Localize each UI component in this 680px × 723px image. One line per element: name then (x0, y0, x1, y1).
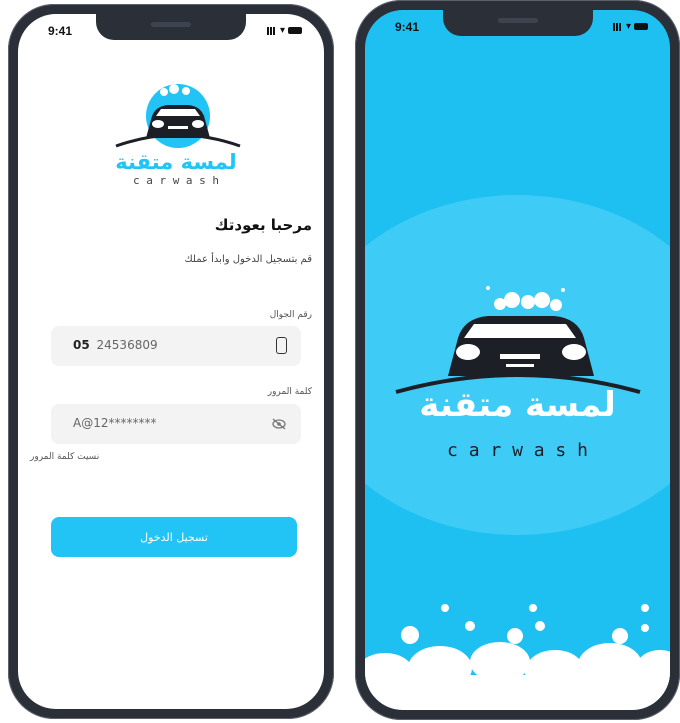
status-icons: ▾ (266, 25, 302, 36)
battery-icon (634, 23, 648, 30)
login-button[interactable]: تسجيل الدخول (51, 517, 297, 557)
foam-bubbles (365, 604, 670, 710)
page-subtitle: قم بتسجيل الدخول وابدأ عملك (184, 254, 312, 265)
signal-icon (266, 26, 277, 35)
phone-value: 05 24536809 (73, 338, 158, 352)
brand-logo: لمسة متقنة c a r w a s h (106, 80, 246, 190)
page-title: مرحبا بعودتك (214, 216, 312, 234)
phone-field[interactable]: 05 24536809 (51, 326, 301, 366)
status-time: 9:41 (48, 24, 73, 38)
brand-english: c a r w a s h (447, 440, 588, 461)
notch (96, 14, 246, 40)
eye-off-icon[interactable] (271, 417, 287, 431)
signal-icon (612, 22, 623, 31)
speaker (497, 18, 538, 23)
phone-prefix: 05 (73, 338, 90, 352)
phone-frame-splash: 9:41 ▾ لمسة متقنة c a r w a s h (355, 0, 680, 720)
battery-icon (288, 27, 302, 34)
brand-arabic: لمسة متقنة (115, 150, 237, 174)
phone-number: 24536809 (96, 338, 158, 352)
car-logo-icon (395, 286, 641, 394)
phone-label: رقم الجوال (269, 310, 312, 320)
password-label: كلمة المرور (267, 387, 312, 397)
car-logo-icon (115, 84, 241, 148)
status-time: 9:41 (395, 20, 420, 34)
login-screen: 9:41 ▾ لمسة متقنة c a r w a s h مرحبا بع… (18, 14, 324, 709)
password-value: A@12******** (73, 416, 157, 430)
notch (442, 10, 593, 36)
splash-screen: 9:41 ▾ لمسة متقنة c a r w a s h (365, 10, 670, 710)
speaker (151, 22, 191, 27)
brand-english: c a r w a s h (132, 174, 220, 187)
status-icons: ▾ (612, 21, 648, 32)
password-field[interactable]: A@12******** (51, 404, 301, 444)
forgot-password-link[interactable]: نسيت كلمة المرور (30, 452, 99, 462)
phone-icon (276, 337, 287, 354)
phone-frame-login: 9:41 ▾ لمسة متقنة c a r w a s h مرحبا بع… (8, 4, 334, 719)
brand-arabic: لمسة متقنة (419, 385, 616, 425)
wifi-icon: ▾ (279, 25, 285, 36)
wifi-icon: ▾ (625, 21, 631, 32)
